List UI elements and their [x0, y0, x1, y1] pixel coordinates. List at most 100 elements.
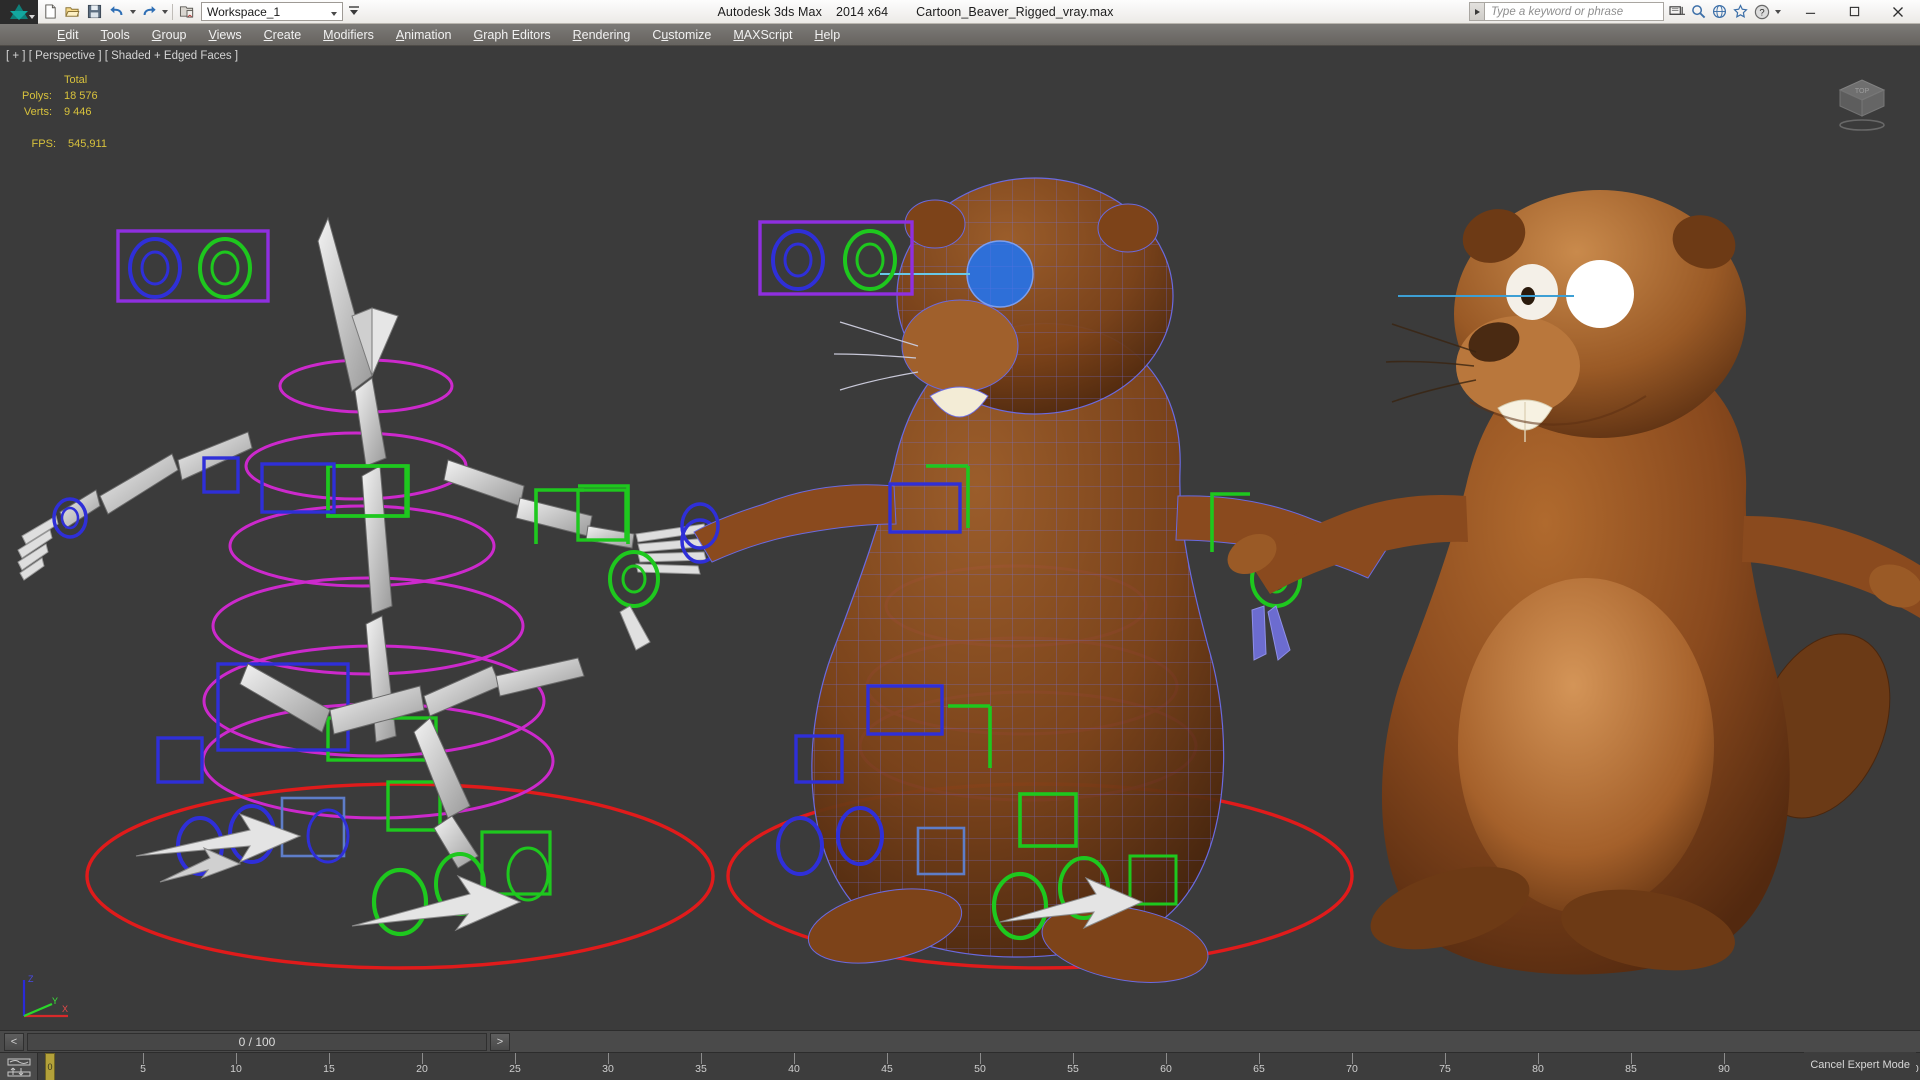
- menu-item-rendering[interactable]: Rendering: [562, 26, 642, 44]
- globe-icon: [1712, 4, 1727, 19]
- cancel-expert-mode-button[interactable]: Cancel Expert Mode: [1804, 1052, 1916, 1078]
- star-icon: [1733, 4, 1748, 18]
- undo-button[interactable]: [106, 1, 127, 22]
- prev-frame-button[interactable]: <: [4, 1032, 24, 1051]
- help-dropdown-button[interactable]: [1773, 2, 1782, 21]
- next-frame-button[interactable]: >: [490, 1032, 510, 1051]
- menu-item-modifiers[interactable]: Modifiers: [312, 26, 385, 44]
- app-title-text: Autodesk 3ds Max: [717, 4, 822, 19]
- maximize-icon: [1849, 6, 1859, 17]
- ruler-tick-label: 65: [1253, 1063, 1265, 1075]
- double-chevron-down-icon: [349, 5, 359, 15]
- axis-label-y: Y: [52, 996, 58, 1006]
- close-button[interactable]: [1876, 0, 1920, 24]
- left-hand-bones[interactable]: [17, 497, 88, 581]
- left-foot-ik[interactable]: [135, 796, 350, 883]
- redo-button[interactable]: [138, 1, 159, 22]
- communication-center-button[interactable]: [1668, 2, 1687, 21]
- ruler-tick-label: 55: [1067, 1063, 1079, 1075]
- search-dropdown-button[interactable]: [1469, 2, 1484, 21]
- undo-history-dropdown[interactable]: [128, 1, 137, 22]
- maximize-button[interactable]: [1832, 0, 1876, 24]
- frame-ruler[interactable]: 5101520253035404550556065707580859095100: [38, 1053, 1920, 1080]
- redo-arrow-icon: [143, 6, 156, 16]
- left-arm-bones[interactable]: [59, 431, 253, 529]
- communication-center-icon: [1669, 6, 1685, 15]
- workspace-overflow-button[interactable]: [348, 4, 360, 20]
- chevron-down-icon: [161, 9, 168, 14]
- subscription-center-button[interactable]: [1710, 2, 1729, 21]
- info-center-toolbar: ?: [1668, 2, 1782, 21]
- new-scene-button[interactable]: [40, 1, 61, 22]
- axis-tripod: Z Y X: [14, 974, 74, 1022]
- ruler-tick-label: 5: [140, 1063, 146, 1075]
- beaver-shaded-render[interactable]: [1221, 190, 1920, 983]
- axis-label-z: Z: [28, 974, 34, 984]
- workspace-selector[interactable]: Workspace_1: [201, 2, 343, 21]
- ruler-tick-label: 70: [1346, 1063, 1358, 1075]
- menu-item-graph-editors[interactable]: Graph Editors: [462, 26, 561, 44]
- view-cube-compass-ring: [1839, 119, 1885, 131]
- ruler-tick-label: 20: [416, 1063, 428, 1075]
- axis-label-x: X: [62, 1004, 68, 1014]
- ruler-tick-label: 45: [881, 1063, 893, 1075]
- save-file-button[interactable]: [84, 1, 105, 22]
- application-menu-button[interactable]: [0, 0, 38, 24]
- help-button[interactable]: ?: [1752, 2, 1771, 21]
- floppy-disk-icon: [87, 4, 102, 19]
- current-frame-field[interactable]: 0 / 100: [27, 1032, 487, 1051]
- track-bar[interactable]: 5101520253035404550556065707580859095100…: [0, 1052, 1920, 1080]
- ruler-tick-label: 90: [1718, 1063, 1730, 1075]
- ruler-tick-label: 30: [602, 1063, 614, 1075]
- view-cube[interactable]: TOP: [1830, 72, 1894, 132]
- menu-item-customize[interactable]: Customize: [641, 26, 722, 44]
- title-bar: Workspace_1 Autodesk 3ds Max 2014 x64 Cart…: [0, 0, 1920, 24]
- window-controls: [1788, 0, 1920, 24]
- rig-skeleton-left[interactable]: [17, 216, 720, 970]
- help-question-icon: ?: [1754, 4, 1769, 19]
- svg-text:TOP: TOP: [1855, 88, 1870, 95]
- chevron-down-icon: [129, 9, 136, 14]
- eye-look-control[interactable]: [116, 229, 270, 303]
- chevron-down-icon: [29, 14, 35, 19]
- menu-item-animation[interactable]: Animation: [385, 26, 463, 44]
- menu-item-group[interactable]: Group: [141, 26, 198, 44]
- favorites-button[interactable]: [1731, 2, 1750, 21]
- viewport-3d-scene[interactable]: [0, 46, 1920, 1030]
- project-folder-button[interactable]: [176, 1, 197, 22]
- search-button[interactable]: [1689, 2, 1708, 21]
- ruler-tick-label: 15: [323, 1063, 335, 1075]
- ruler-tick-label: 50: [974, 1063, 986, 1075]
- menu-item-maxscript[interactable]: MAXScript: [722, 26, 803, 44]
- menu-item-tools[interactable]: Tools: [90, 26, 141, 44]
- search-icon: [1692, 5, 1706, 19]
- time-slider-handle-label: 0: [47, 1062, 53, 1072]
- right-arm-bones[interactable]: [443, 459, 635, 549]
- menu-item-help[interactable]: Help: [803, 26, 851, 44]
- info-center-search: Type a keyword or phrase: [1469, 2, 1664, 21]
- eye-look-control-mid[interactable]: [758, 220, 914, 296]
- time-slider-bar: < 0 / 100 >: [0, 1030, 1920, 1052]
- 3dsmax-logo-icon: [10, 4, 28, 20]
- chevron-down-icon: [1774, 9, 1781, 14]
- menu-item-views[interactable]: Views: [198, 26, 253, 44]
- ruler-tick-label: 75: [1439, 1063, 1451, 1075]
- open-mini-curve-editor-button[interactable]: [0, 1053, 38, 1080]
- search-input[interactable]: Type a keyword or phrase: [1484, 2, 1664, 21]
- beaver-eye-right: [1566, 260, 1634, 328]
- app-version-text: 2014 x64: [835, 4, 889, 19]
- 3dsmax-window: Workspace_1 Autodesk 3ds Max 2014 x64 Cart…: [0, 0, 1920, 1080]
- project-folder-icon: [179, 6, 193, 18]
- minimize-button[interactable]: [1788, 0, 1832, 24]
- open-folder-icon: [65, 7, 80, 17]
- open-file-button[interactable]: [62, 1, 83, 22]
- menu-item-create[interactable]: Create: [253, 26, 313, 44]
- redo-history-dropdown[interactable]: [160, 1, 169, 22]
- perspective-viewport[interactable]: [ + ] [ Perspective ] [ Shaded + Edged F…: [0, 46, 1920, 1030]
- menu-bar: Edit Tools Group Views Create Modifiers …: [0, 24, 1920, 46]
- ruler-tick-label: 85: [1625, 1063, 1637, 1075]
- ruler-tick-label: 25: [509, 1063, 521, 1075]
- time-slider-handle[interactable]: 0: [45, 1053, 55, 1080]
- menu-item-edit[interactable]: Edit: [46, 26, 90, 44]
- ruler-tick-label: 40: [788, 1063, 800, 1075]
